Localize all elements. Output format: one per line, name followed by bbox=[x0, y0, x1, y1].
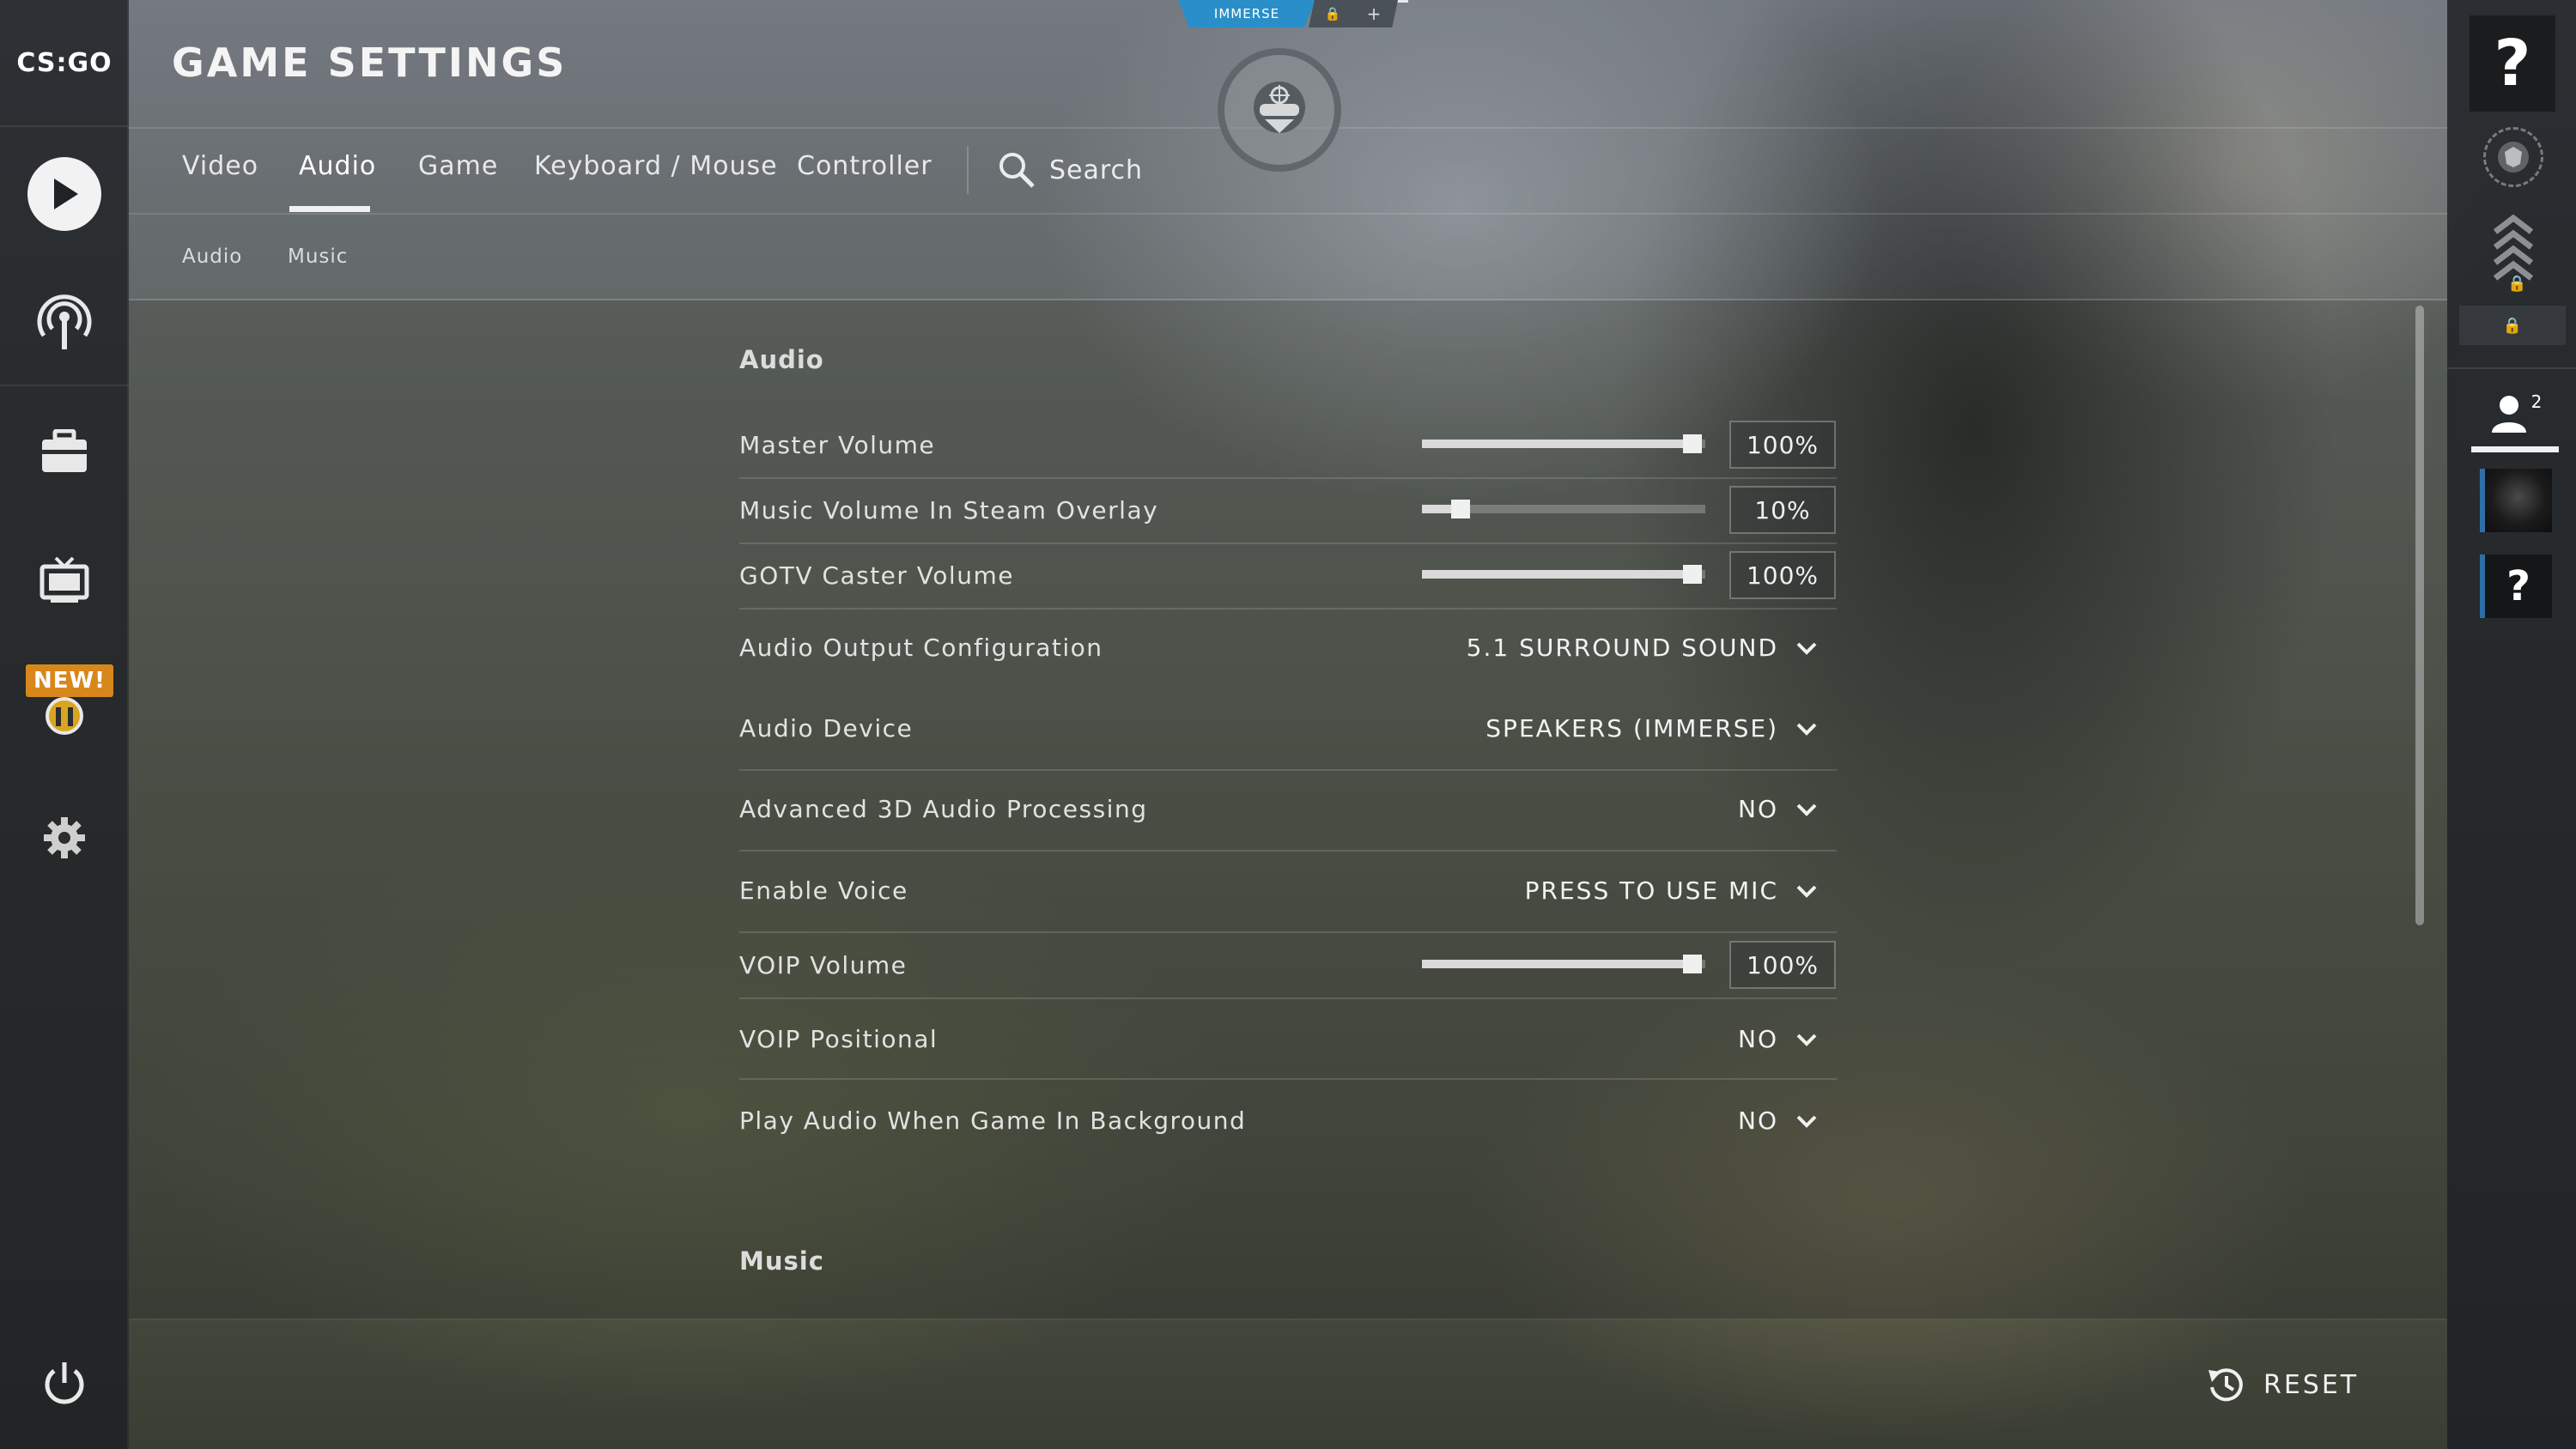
play-in-background-label: Play Audio When Game In Background bbox=[739, 1106, 1247, 1135]
master-volume-slider[interactable] bbox=[1422, 434, 1705, 453]
help-avatar-button[interactable]: ? bbox=[2480, 555, 2552, 618]
section-title-audio: Audio bbox=[739, 345, 824, 374]
music-volume-label: Music Volume In Steam Overlay bbox=[739, 496, 1159, 524]
master-volume-label: Master Volume bbox=[739, 431, 936, 459]
plus-button[interactable]: + bbox=[1350, 0, 1398, 27]
dropdown-value: 5.1 SURROUND SOUND bbox=[1466, 634, 1778, 662]
gotv-volume-value[interactable]: 100% bbox=[1729, 551, 1836, 599]
tab-audio[interactable]: Audio bbox=[299, 151, 376, 181]
active-tab-indicator bbox=[289, 206, 370, 212]
audio-device-label: Audio Device bbox=[739, 714, 914, 743]
advanced-3d-label: Advanced 3D Audio Processing bbox=[739, 795, 1148, 823]
csgo-logo: CS:GO bbox=[0, 0, 129, 127]
new-badge: NEW! bbox=[26, 664, 113, 697]
service-medal-icon[interactable] bbox=[2483, 127, 2543, 187]
gotv-volume-slider[interactable] bbox=[1422, 565, 1705, 584]
scrollbar[interactable] bbox=[2415, 306, 2424, 925]
chevron-down-icon bbox=[1796, 723, 1817, 736]
friends-count: 2 bbox=[2530, 391, 2543, 412]
lock-icon: 🔒 bbox=[2502, 316, 2523, 335]
immerse-overlay-bar: IMMERSE 🔒 + bbox=[1178, 0, 1410, 27]
broadcast-icon bbox=[37, 294, 92, 349]
subtab-audio[interactable]: Audio bbox=[182, 246, 242, 268]
reset-icon bbox=[2208, 1368, 2243, 1402]
chevron-down-icon bbox=[1796, 1034, 1817, 1046]
immerse-label[interactable]: IMMERSE bbox=[1178, 0, 1315, 27]
dropdown-value: NO bbox=[1738, 1025, 1778, 1053]
tab-video[interactable]: Video bbox=[182, 151, 258, 181]
music-volume-value[interactable]: 10% bbox=[1729, 486, 1836, 534]
search-icon bbox=[999, 153, 1035, 188]
voip-positional-label: VOIP Positional bbox=[739, 1025, 939, 1053]
search-label: Search bbox=[1049, 155, 1144, 185]
chevron-down-icon bbox=[1796, 803, 1817, 816]
voip-volume-slider[interactable] bbox=[1422, 955, 1705, 973]
enable-voice-label: Enable Voice bbox=[739, 876, 908, 905]
power-icon bbox=[45, 1362, 84, 1404]
slider-handle[interactable] bbox=[1683, 955, 1702, 973]
output-config-dropdown[interactable]: 5.1 SURROUND SOUND bbox=[1467, 634, 1818, 662]
chevron-down-icon bbox=[1796, 1115, 1817, 1128]
reset-button[interactable]: RESET bbox=[2207, 1365, 2359, 1404]
dropdown-value: NO bbox=[1738, 795, 1778, 823]
tv-icon bbox=[39, 556, 89, 603]
gear-icon bbox=[44, 817, 85, 858]
audio-device-dropdown[interactable]: SPEAKERS (IMMERSE) bbox=[1485, 714, 1818, 743]
friends-button[interactable]: 2 bbox=[2473, 388, 2559, 440]
gotv-volume-label: GOTV Caster Volume bbox=[739, 561, 1014, 590]
profile-emblem-icon bbox=[1218, 48, 1341, 172]
watch-broadcast-button[interactable] bbox=[0, 270, 129, 373]
power-button[interactable] bbox=[0, 1332, 129, 1435]
lock-icon: 🔒 bbox=[2507, 275, 2527, 293]
play-icon bbox=[27, 157, 101, 231]
music-volume-slider[interactable] bbox=[1422, 500, 1705, 518]
output-config-label: Audio Output Configuration bbox=[739, 634, 1103, 662]
tab-controller[interactable]: Controller bbox=[797, 151, 933, 181]
search-button[interactable]: Search bbox=[998, 151, 1143, 189]
briefcase-icon bbox=[42, 429, 87, 472]
chevron-down-icon bbox=[1796, 885, 1817, 898]
help-button[interactable]: ? bbox=[2468, 14, 2557, 113]
slider-handle[interactable] bbox=[1451, 500, 1470, 518]
slider-handle[interactable] bbox=[1683, 565, 1702, 584]
inventory-button[interactable] bbox=[0, 400, 129, 503]
voip-positional-dropdown[interactable]: NO bbox=[1738, 1025, 1818, 1053]
main-nav: CS:GO NEW! bbox=[0, 0, 129, 1449]
settings-button[interactable] bbox=[0, 786, 129, 889]
enable-voice-dropdown[interactable]: PRESS TO USE MIC bbox=[1525, 876, 1818, 905]
dropdown-value: PRESS TO USE MIC bbox=[1524, 876, 1778, 905]
person-icon bbox=[2491, 396, 2526, 433]
section-title-music: Music bbox=[739, 1246, 824, 1276]
master-volume-value[interactable]: 100% bbox=[1729, 421, 1836, 469]
voip-volume-value[interactable]: 100% bbox=[1729, 941, 1836, 989]
page-title: GAME SETTINGS bbox=[172, 39, 568, 86]
voip-volume-label: VOIP Volume bbox=[739, 951, 908, 979]
lock-icon[interactable]: 🔒 bbox=[1309, 0, 1357, 27]
tab-keyboard-mouse[interactable]: Keyboard / Mouse bbox=[534, 151, 778, 181]
subtab-music[interactable]: Music bbox=[288, 246, 348, 268]
reset-label: RESET bbox=[2263, 1369, 2360, 1400]
slider-handle[interactable] bbox=[1683, 434, 1702, 453]
tab-game[interactable]: Game bbox=[418, 151, 498, 181]
dropdown-value: NO bbox=[1738, 1106, 1778, 1135]
friends-tab-indicator bbox=[2471, 446, 2559, 452]
advanced-3d-dropdown[interactable]: NO bbox=[1738, 795, 1818, 823]
chevron-down-icon bbox=[1796, 642, 1817, 655]
locked-level-bar: 🔒 bbox=[2459, 306, 2566, 345]
dropdown-value: SPEAKERS (IMMERSE) bbox=[1485, 714, 1778, 743]
avatar[interactable] bbox=[2480, 469, 2552, 532]
play-button[interactable] bbox=[0, 142, 129, 246]
watch-tv-button[interactable] bbox=[0, 529, 129, 632]
play-in-background-dropdown[interactable]: NO bbox=[1738, 1106, 1818, 1135]
